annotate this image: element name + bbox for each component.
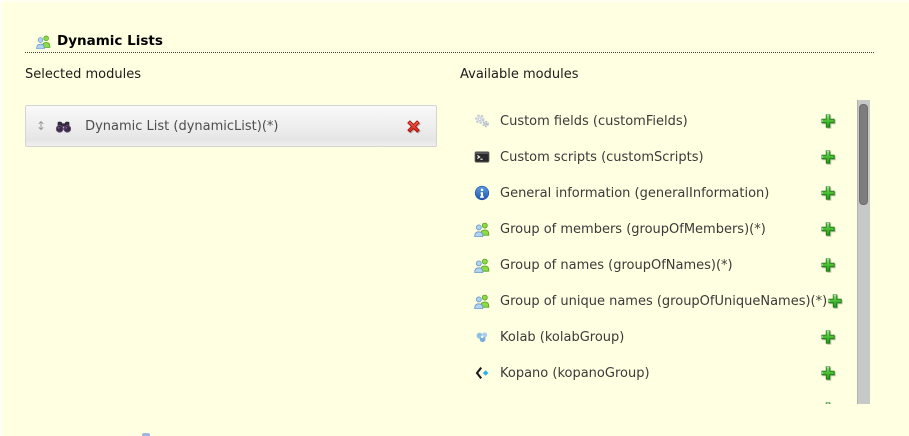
- add-module-button[interactable]: [820, 257, 836, 273]
- scrollbar-track[interactable]: [857, 100, 870, 404]
- plus-icon: [820, 113, 836, 129]
- delete-x-icon: [404, 117, 423, 136]
- available-modules-label: Available modules: [460, 67, 578, 82]
- plus-icon: [827, 293, 843, 309]
- module-row: Group of unique names (groupOfUniqueName…: [460, 283, 872, 319]
- module-row: Kolab (kolabGroup): [460, 319, 872, 355]
- selected-module-row: ↕ Dynamic List (dynamicList)(*): [25, 105, 437, 147]
- panel-left-edge: [0, 0, 2, 436]
- page-title: Dynamic Lists: [57, 33, 163, 49]
- module-row: Kopano (kopanoGroup): [460, 355, 872, 391]
- module-label: Custom scripts (customScripts): [500, 150, 704, 165]
- add-module-button[interactable]: [827, 293, 843, 309]
- module-row: Group of names (groupOfNames)(*): [460, 247, 872, 283]
- remove-module-button[interactable]: [404, 117, 423, 136]
- module-row: Group of members (groupOfMembers)(*): [460, 211, 872, 247]
- add-module-button[interactable]: [820, 149, 836, 165]
- module-label: Group of members (groupOfMembers)(*): [500, 222, 766, 237]
- add-module-button[interactable]: [820, 113, 836, 129]
- module-row: General information (generalInformation): [460, 175, 872, 211]
- add-module-button[interactable]: [820, 221, 836, 237]
- binoculars-icon: [55, 118, 72, 135]
- gears-icon: [474, 113, 490, 129]
- plus-icon: [820, 221, 836, 237]
- add-module-button[interactable]: [820, 401, 836, 404]
- selected-modules-label: Selected modules: [25, 67, 141, 82]
- plus-icon: [820, 149, 836, 165]
- available-modules-list: Custom fields (customFields) Custom scri…: [460, 100, 872, 404]
- terminal-icon: [474, 149, 490, 165]
- group-icon: [474, 221, 490, 237]
- section-header: Dynamic Lists: [36, 33, 163, 49]
- section-divider: [25, 52, 874, 53]
- plus-icon: [820, 257, 836, 273]
- kolab-icon: [474, 329, 490, 345]
- module-row-partial: [460, 391, 872, 404]
- plus-icon: [820, 401, 836, 404]
- group-icon: [36, 34, 51, 49]
- scrollbar-thumb[interactable]: [859, 104, 868, 205]
- module-row: Custom fields (customFields): [460, 103, 872, 139]
- group-icon: [474, 257, 490, 273]
- panel-top-edge: [0, 0, 909, 2]
- module-label: General information (generalInformation): [500, 186, 769, 201]
- module-label: Kolab (kolabGroup): [500, 330, 624, 345]
- module-label: Group of unique names (groupOfUniqueName…: [500, 294, 827, 309]
- group-icon: [474, 293, 490, 309]
- module-label: Group of names (groupOfNames)(*): [500, 258, 733, 273]
- add-module-button[interactable]: [820, 329, 836, 345]
- selected-modules-list: ↕ Dynamic List (dynamicList)(*): [25, 105, 437, 147]
- plus-icon: [820, 329, 836, 345]
- selected-module-label: Dynamic List (dynamicList)(*): [85, 119, 278, 134]
- drag-handle-icon[interactable]: ↕: [36, 120, 46, 132]
- plus-icon: [820, 365, 836, 381]
- add-module-button[interactable]: [820, 365, 836, 381]
- module-label: Kopano (kopanoGroup): [500, 366, 650, 381]
- add-module-button[interactable]: [820, 185, 836, 201]
- module-row: Custom scripts (customScripts): [460, 139, 872, 175]
- info-icon: [474, 185, 490, 201]
- module-label: Custom fields (customFields): [500, 114, 688, 129]
- plus-icon: [820, 185, 836, 201]
- kopano-icon: [474, 365, 490, 381]
